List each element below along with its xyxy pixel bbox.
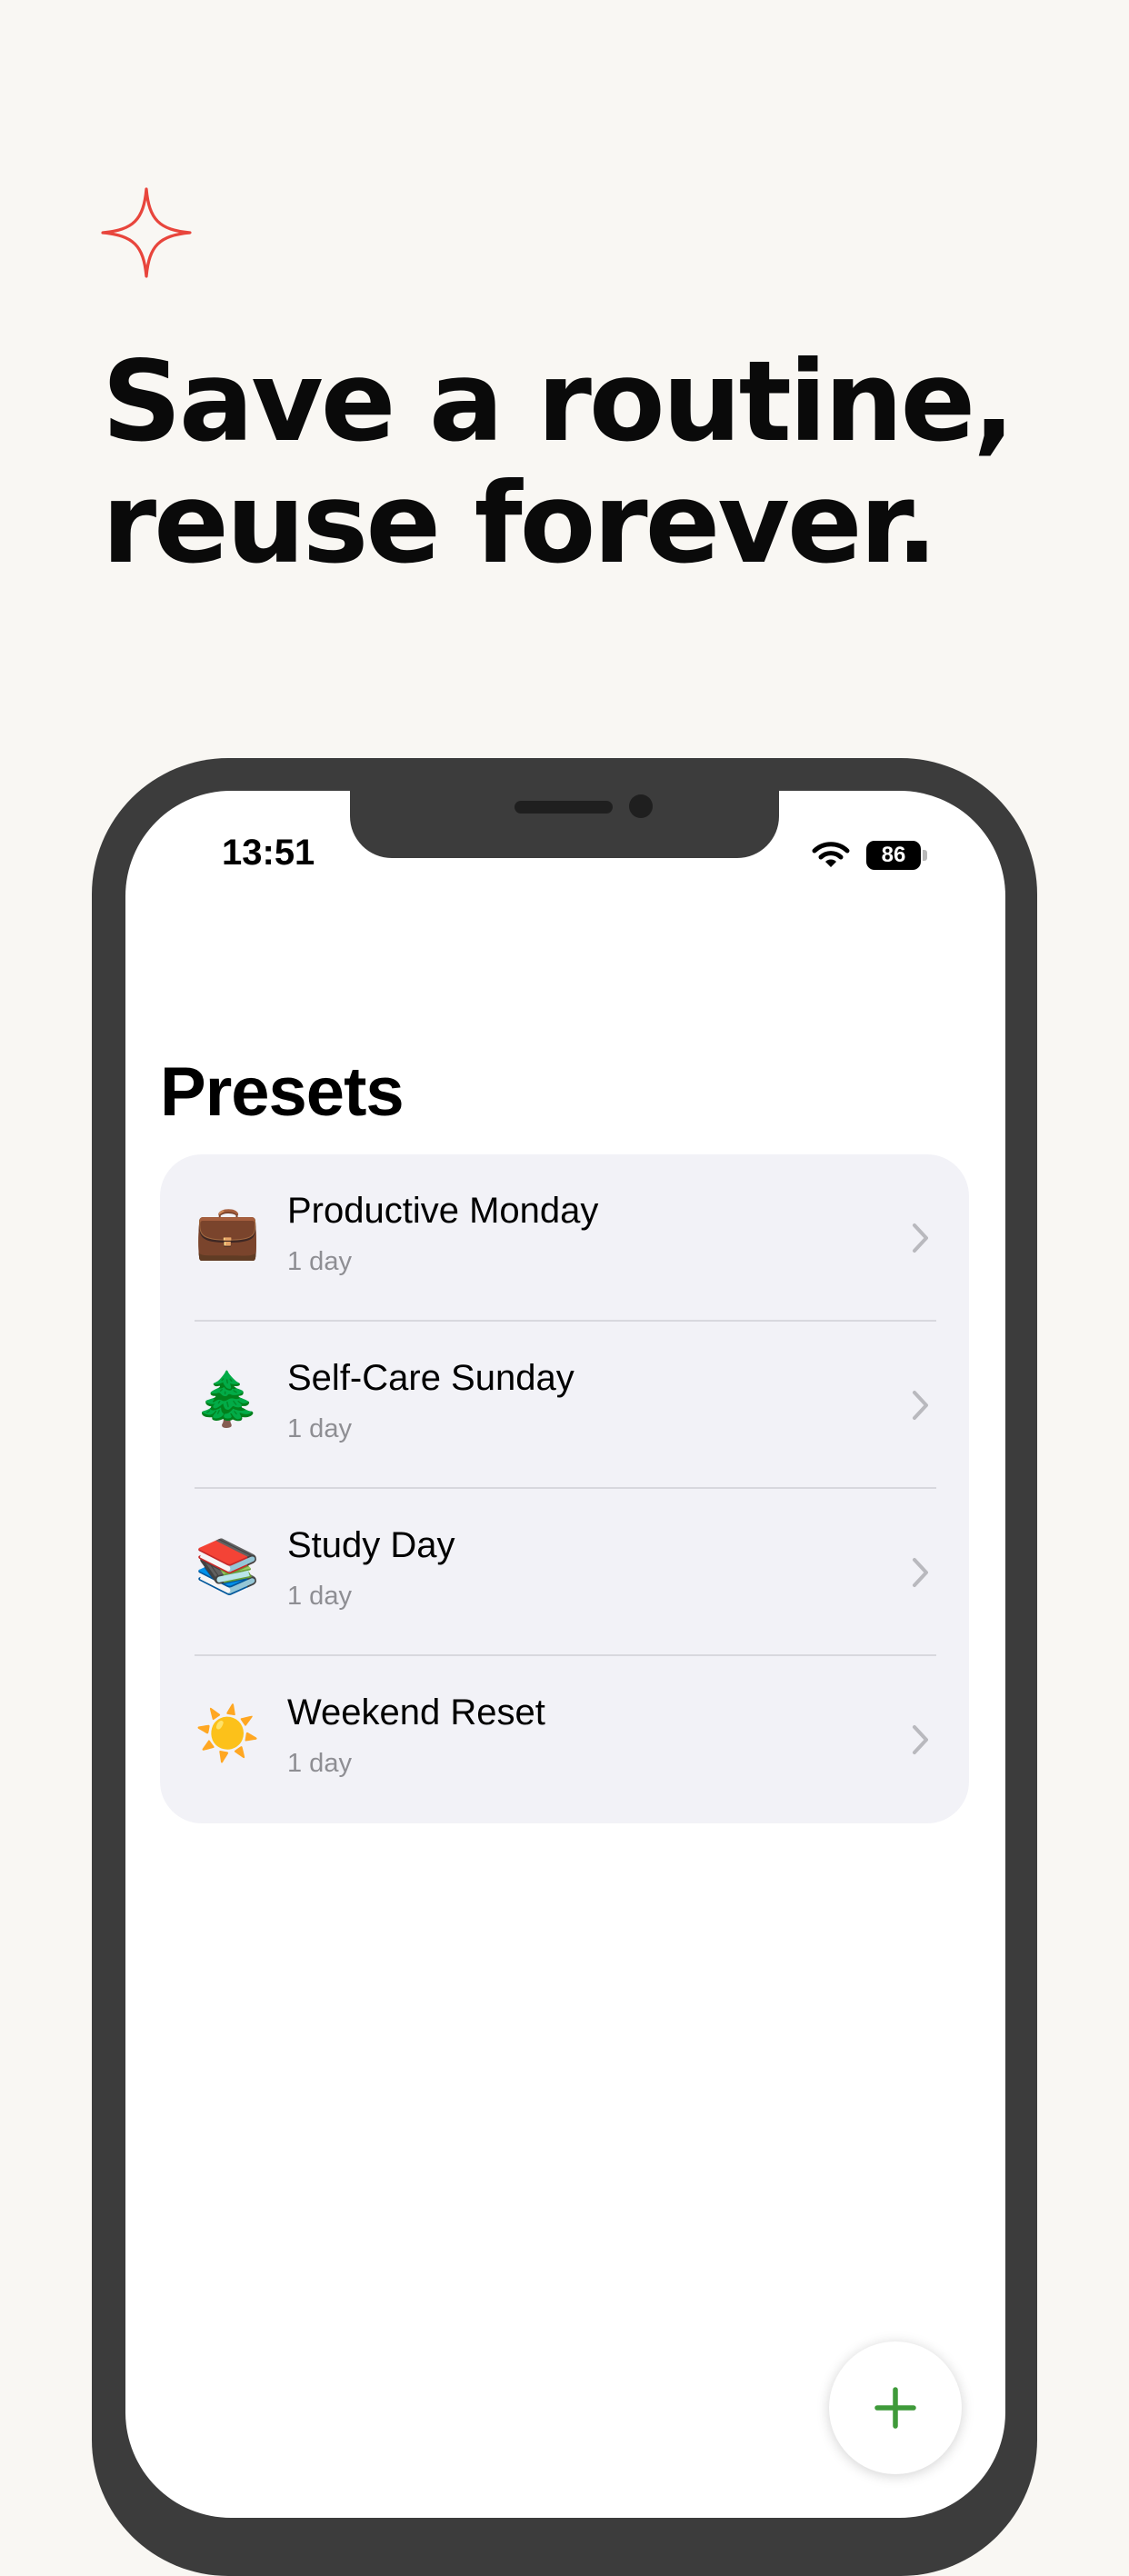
- preset-name: Productive Monday: [287, 1191, 599, 1231]
- status-time: 13:51: [222, 833, 315, 873]
- preset-duration: 1 day: [287, 1749, 352, 1778]
- headline: Save a routine, reuse forever.: [102, 337, 1015, 588]
- add-preset-button[interactable]: [829, 2341, 962, 2474]
- preset-name: Weekend Reset: [287, 1692, 545, 1732]
- preset-row[interactable]: 🌲 Self-Care Sunday 1 day: [160, 1322, 969, 1489]
- battery-indicator: 86: [866, 841, 928, 870]
- preset-row[interactable]: 📚 Study Day 1 day: [160, 1489, 969, 1656]
- sparkle-icon: [101, 187, 192, 278]
- battery-nub: [923, 850, 927, 861]
- books-icon: 📚: [195, 1537, 261, 1596]
- chevron-right-icon: [913, 1725, 928, 1754]
- headline-line-2: reuse forever.: [102, 459, 938, 588]
- chevron-right-icon: [913, 1558, 928, 1587]
- preset-name: Study Day: [287, 1525, 455, 1565]
- preset-name: Self-Care Sunday: [287, 1358, 574, 1398]
- wifi-icon: [812, 842, 850, 867]
- evergreen-tree-icon: 🌲: [195, 1370, 261, 1429]
- headline-line-1: Save a routine,: [102, 337, 1015, 466]
- preset-duration: 1 day: [287, 1247, 352, 1276]
- preset-duration: 1 day: [287, 1414, 352, 1443]
- battery-level: 86: [866, 841, 921, 870]
- notch-speaker: [515, 801, 613, 814]
- briefcase-icon: 💼: [195, 1203, 261, 1262]
- sun-icon: ☀️: [195, 1704, 261, 1763]
- preset-row[interactable]: 💼 Productive Monday 1 day: [160, 1154, 969, 1322]
- chevron-right-icon: [913, 1391, 928, 1420]
- plus-icon: [874, 2387, 916, 2429]
- preset-row[interactable]: ☀️ Weekend Reset 1 day: [160, 1656, 969, 1823]
- presets-list: 💼 Productive Monday 1 day 🌲 Self-Care Su…: [160, 1154, 969, 1823]
- notch-camera: [629, 794, 653, 818]
- screen-title: Presets: [160, 1053, 405, 1131]
- phone-notch: [350, 758, 779, 858]
- preset-duration: 1 day: [287, 1582, 352, 1611]
- chevron-right-icon: [913, 1223, 928, 1253]
